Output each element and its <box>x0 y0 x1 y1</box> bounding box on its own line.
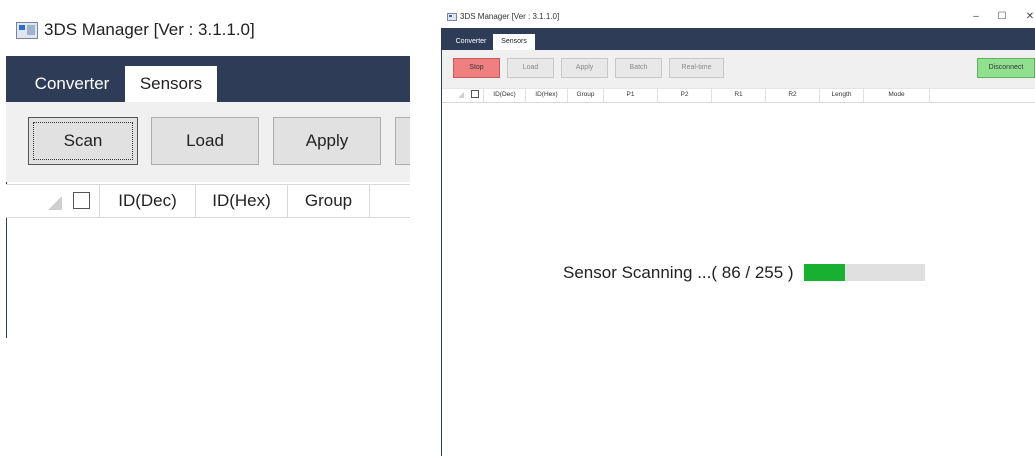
grid-corner-triangle-icon <box>48 196 62 210</box>
window-title: 3DS Manager [Ver : 3.1.1.0] <box>44 20 255 39</box>
app-icon <box>16 22 38 39</box>
app-column-r2[interactable]: R2 <box>766 88 820 102</box>
app-column-length[interactable]: Length <box>820 88 864 102</box>
apply-button[interactable]: Apply <box>273 117 381 165</box>
app-grid-corner-triangle-icon <box>458 92 464 98</box>
app-tab-converter[interactable]: Converter <box>450 34 492 50</box>
scan-progress-bar <box>804 264 925 281</box>
app-icon <box>447 13 457 21</box>
apply-button-disabled[interactable]: Apply <box>561 58 608 78</box>
batch-button-partial[interactable] <box>395 117 410 165</box>
realtime-button-disabled[interactable]: Real-time <box>669 58 724 78</box>
focus-rectangle <box>33 122 133 160</box>
app-column-id-hex[interactable]: ID(Hex) <box>526 88 568 102</box>
scan-status-text: Sensor Scanning ...( 86 / 255 ) <box>563 263 794 282</box>
app-column-id-dec[interactable]: ID(Dec) <box>484 88 526 102</box>
column-header-id-hex[interactable]: ID(Hex) <box>196 184 288 217</box>
scan-progress-fill <box>804 264 845 281</box>
load-button-disabled[interactable]: Load <box>507 58 554 78</box>
column-header-id-dec[interactable]: ID(Dec) <box>100 184 196 217</box>
minimize-icon[interactable]: – <box>966 10 986 24</box>
select-all-checkbox[interactable] <box>73 192 90 209</box>
stop-button[interactable]: Stop <box>453 58 500 78</box>
app-column-mode[interactable]: Mode <box>864 88 930 102</box>
scan-button[interactable]: Scan <box>28 117 138 165</box>
app-column-r1[interactable]: R1 <box>712 88 766 102</box>
app-column-group[interactable]: Group <box>568 88 604 102</box>
app-column-p2[interactable]: P2 <box>658 88 712 102</box>
batch-button-disabled[interactable]: Batch <box>615 58 662 78</box>
app-window-title: 3DS Manager [Ver : 3.1.1.0] <box>460 12 560 21</box>
load-button[interactable]: Load <box>151 117 259 165</box>
close-icon[interactable]: ✕ <box>1020 10 1035 24</box>
tab-sensors[interactable]: Sensors <box>125 66 217 102</box>
app-select-all-checkbox[interactable] <box>471 90 479 98</box>
app-column-p1[interactable]: P1 <box>604 88 658 102</box>
maximize-icon[interactable]: ☐ <box>992 10 1012 24</box>
tab-converter[interactable]: Converter <box>24 66 120 102</box>
disconnect-button[interactable]: Disconnect <box>977 58 1035 78</box>
column-header-group[interactable]: Group <box>288 184 370 217</box>
zoomed-window-view: 3DS Manager [Ver : 3.1.1.0] Converter Se… <box>0 0 410 338</box>
app-tab-sensors[interactable]: Sensors <box>493 34 535 50</box>
